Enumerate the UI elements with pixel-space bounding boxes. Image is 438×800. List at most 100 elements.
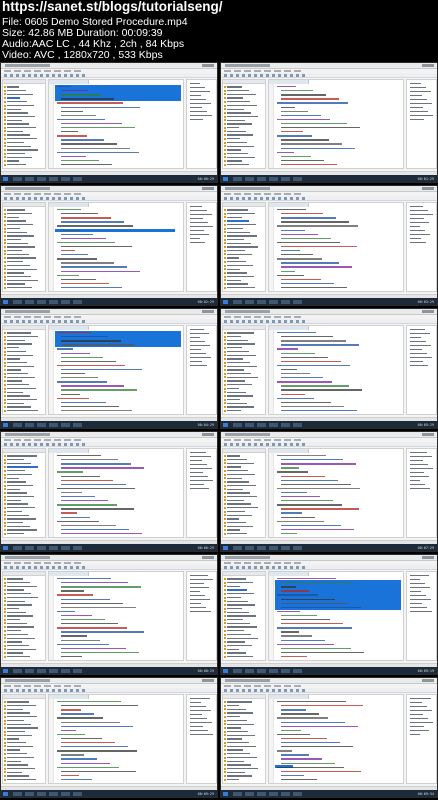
property-item[interactable] (410, 456, 432, 458)
tree-item[interactable] (7, 734, 32, 736)
toolbar-icon[interactable] (34, 689, 37, 692)
toolbar-icon[interactable] (22, 74, 25, 77)
code-editor[interactable] (268, 571, 404, 661)
window-controls[interactable] (202, 556, 214, 559)
video-thumbnail[interactable]: 00:01:29 (220, 62, 438, 183)
menu-item[interactable] (64, 316, 71, 318)
tree-item[interactable] (7, 481, 26, 483)
tree-item[interactable] (7, 455, 37, 457)
menu-item[interactable] (54, 685, 61, 687)
editor-tab[interactable] (49, 326, 89, 330)
toolbar-icon[interactable] (224, 566, 227, 569)
tree-item[interactable] (7, 730, 25, 733)
tree-item[interactable] (227, 470, 248, 472)
tree-item[interactable] (7, 104, 34, 107)
property-item[interactable] (410, 222, 429, 224)
property-item[interactable] (410, 488, 430, 490)
tree-item[interactable] (7, 343, 32, 345)
property-item[interactable] (410, 603, 422, 605)
property-item[interactable] (410, 341, 426, 343)
taskbar-app[interactable] (269, 669, 278, 673)
toolbar-icon[interactable] (248, 320, 251, 323)
window-controls[interactable] (422, 64, 434, 67)
property-item[interactable] (190, 730, 208, 732)
tree-item[interactable] (227, 347, 242, 349)
menu-item[interactable] (264, 316, 271, 318)
taskbar-app[interactable] (13, 669, 22, 673)
property-item[interactable] (410, 607, 427, 609)
property-item[interactable] (410, 111, 428, 113)
property-item[interactable] (190, 329, 204, 331)
toolbar-icon[interactable] (272, 566, 275, 569)
toolbar-icon[interactable] (296, 197, 299, 200)
tree-item[interactable] (227, 611, 249, 613)
tree-item[interactable] (7, 716, 37, 718)
menu-item[interactable] (294, 193, 301, 195)
editor-tab[interactable] (269, 80, 309, 84)
tree-item[interactable] (227, 488, 243, 490)
taskbar-app[interactable] (269, 177, 278, 181)
toolbar-icon[interactable] (82, 443, 85, 446)
menu-item[interactable] (284, 685, 291, 687)
menu-item[interactable] (274, 562, 281, 564)
tree-item[interactable] (7, 492, 27, 494)
toolbar-icon[interactable] (58, 443, 61, 446)
toolbar-icon[interactable] (290, 74, 293, 77)
toolbar-icon[interactable] (34, 197, 37, 200)
taskbar-app[interactable] (233, 300, 242, 304)
tree-item[interactable] (227, 387, 239, 390)
tree-item[interactable] (7, 630, 21, 632)
menu-item[interactable] (34, 70, 41, 72)
tree-item[interactable] (7, 115, 35, 118)
tree-item[interactable] (227, 589, 247, 591)
menu-item[interactable] (264, 685, 271, 687)
start-button[interactable] (3, 669, 8, 673)
menu-item[interactable] (224, 685, 231, 687)
menu-item[interactable] (4, 562, 11, 564)
toolbar-icon[interactable] (302, 443, 305, 446)
tree-item[interactable] (227, 466, 241, 468)
property-item[interactable] (190, 111, 207, 113)
tree-item[interactable] (7, 238, 21, 241)
toolbar-icon[interactable] (266, 320, 269, 323)
editor-tab[interactable] (269, 449, 309, 453)
property-item[interactable] (190, 702, 201, 704)
toolbar-icon[interactable] (58, 689, 61, 692)
property-item[interactable] (410, 226, 420, 228)
toolbar-icon[interactable] (58, 566, 61, 569)
tree-item[interactable] (227, 701, 252, 703)
tree-item[interactable] (7, 753, 27, 755)
toolbar-icon[interactable] (46, 320, 49, 323)
toolbar-icon[interactable] (278, 566, 281, 569)
toolbar-icon[interactable] (22, 566, 25, 569)
property-item[interactable] (410, 611, 432, 613)
tree-item[interactable] (7, 503, 28, 505)
taskbar-app[interactable] (61, 792, 70, 796)
tree-item[interactable] (227, 712, 253, 714)
tree-item[interactable] (227, 115, 258, 118)
taskbar-app[interactable] (257, 669, 266, 673)
toolbar-icon[interactable] (254, 197, 257, 200)
toolbar-icon[interactable] (272, 443, 275, 446)
property-item[interactable] (190, 349, 201, 351)
toolbar-icon[interactable] (28, 566, 31, 569)
toolbar-icon[interactable] (16, 566, 19, 569)
taskbar-app[interactable] (13, 300, 22, 304)
property-item[interactable] (410, 91, 431, 93)
tree-item[interactable] (7, 619, 20, 621)
property-item[interactable] (190, 107, 202, 109)
tree-item[interactable] (227, 209, 248, 211)
window-controls[interactable] (422, 556, 434, 559)
menu-item[interactable] (284, 193, 291, 195)
window-controls[interactable] (202, 310, 214, 313)
property-item[interactable] (410, 337, 421, 339)
property-item[interactable] (410, 702, 422, 704)
tree-item[interactable] (227, 216, 242, 219)
menu-item[interactable] (284, 439, 291, 441)
tree-item[interactable] (7, 279, 38, 281)
start-button[interactable] (3, 423, 8, 427)
property-item[interactable] (190, 119, 203, 121)
taskbar-app[interactable] (257, 423, 266, 427)
tree-item[interactable] (227, 593, 254, 595)
tree-item[interactable] (227, 496, 257, 498)
